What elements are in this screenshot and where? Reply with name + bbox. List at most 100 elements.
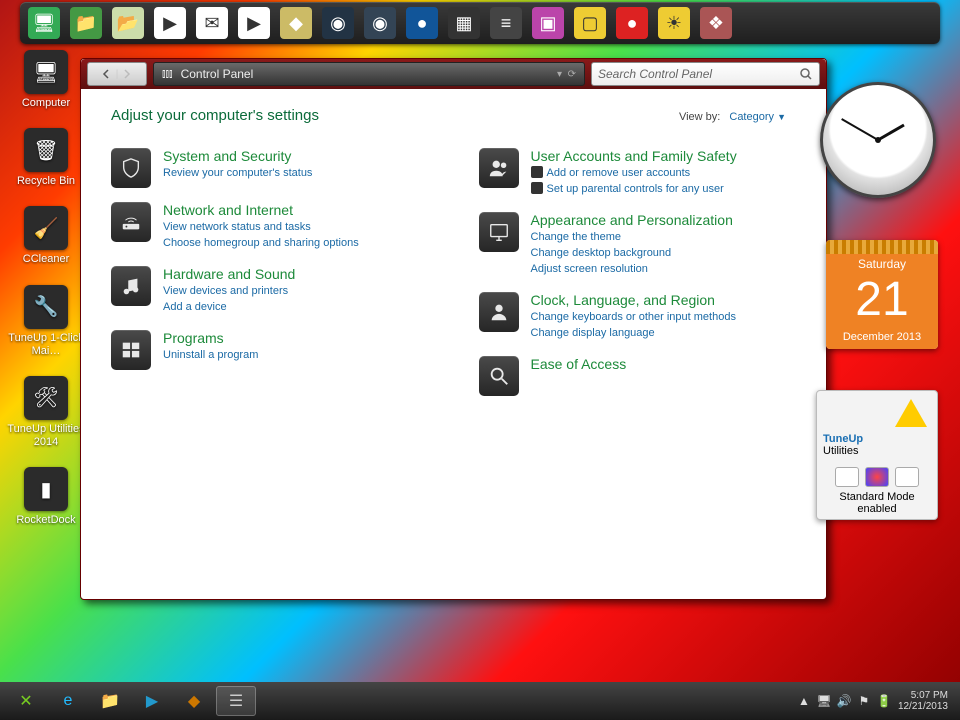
desktop-icon-tuneup-1click[interactable]: 🔧TuneUp 1-Click Mai… (6, 285, 86, 358)
clock-gadget[interactable] (820, 82, 936, 198)
shield-icon (111, 148, 151, 188)
category-title[interactable]: User Accounts and Family Safety (531, 148, 737, 164)
control-panel-window: | ⫾⫾⫾ Control Panel ▾ ⟳ Search Control P… (80, 58, 827, 600)
category-programs: Programs Uninstall a program (111, 330, 429, 370)
dock-computer[interactable]: 🖥 (28, 7, 60, 39)
taskbar-start[interactable]: ✕ (6, 686, 46, 716)
category-title[interactable]: Ease of Access (531, 356, 627, 372)
warning-icon (895, 399, 927, 427)
category-system-security: System and Security Review your computer'… (111, 148, 429, 188)
taskbar-explorer[interactable]: 📁 (90, 686, 130, 716)
dock-gmail[interactable]: ✉ (196, 7, 228, 39)
dock-youtube[interactable]: ▶ (238, 7, 270, 39)
category-title[interactable]: Appearance and Personalization (531, 212, 733, 228)
link[interactable]: Change the theme (531, 230, 733, 246)
monitor-icon (479, 212, 519, 252)
dock-disc[interactable]: ◉ (364, 7, 396, 39)
tray-icon[interactable]: 🖥 (816, 693, 832, 709)
window-toolbar: | ⫾⫾⫾ Control Panel ▾ ⟳ Search Control P… (81, 59, 826, 89)
link[interactable]: Review your computer's status (163, 166, 312, 182)
tray-icon[interactable]: ▲ (796, 693, 812, 709)
tray-date: 12/21/2013 (898, 701, 948, 713)
dock-image[interactable]: ▣ (532, 7, 564, 39)
chevron-down-icon: ▾ ⟳ (557, 69, 576, 80)
dock-controls[interactable]: ≡ (490, 7, 522, 39)
calendar-gadget[interactable]: Saturday 21 December 2013 (826, 240, 938, 349)
view-by-selector[interactable]: View by: Category ▼ (679, 111, 786, 123)
address-bar[interactable]: ⫾⫾⫾ Control Panel ▾ ⟳ (153, 62, 585, 86)
category-title[interactable]: Clock, Language, and Region (531, 292, 736, 308)
chevron-down-icon: ▼ (777, 112, 786, 122)
link[interactable]: View network status and tasks (163, 220, 359, 236)
calendar-day: 21 (826, 274, 938, 328)
category-hardware-sound: Hardware and Sound View devices and print… (111, 266, 429, 316)
category-user-accounts: User Accounts and Family Safety Add or re… (479, 148, 797, 198)
shield-icon (531, 182, 543, 194)
tuneup-2014-icon: 🛠 (24, 376, 68, 420)
system-tray[interactable]: ▲🖥🔊⚑🔋 5:07 PM 12/21/2013 (796, 690, 954, 713)
address-text: Control Panel (181, 67, 254, 81)
link[interactable]: Choose homegroup and sharing options (163, 236, 359, 252)
tray-icon[interactable]: ⚑ (856, 693, 872, 709)
dock-weather[interactable]: ☀ (658, 7, 690, 39)
taskbar-control-panel[interactable]: ☰ (216, 686, 256, 716)
recycle-bin-icon: 🗑 (24, 128, 68, 172)
desktop-icon-computer[interactable]: 🖥Computer (6, 50, 86, 110)
magnify-icon (479, 356, 519, 396)
link[interactable]: Change desktop background (531, 246, 733, 262)
dock-play-store[interactable]: ▶ (154, 7, 186, 39)
music-icon (111, 266, 151, 306)
category-appearance: Appearance and Personalization Change the… (479, 212, 797, 278)
dock-theme[interactable]: ▦ (448, 7, 480, 39)
link[interactable]: Change display language (531, 326, 736, 342)
taskbar-ie[interactable]: e (48, 686, 88, 716)
link[interactable]: View devices and printers (163, 284, 295, 300)
equalizer-icon: ⫾⫾⫾ (162, 68, 173, 81)
desktop-icon-tuneup-2014[interactable]: 🛠TuneUp Utilities 2014 (6, 376, 86, 449)
nav-back-button[interactable]: | (87, 62, 147, 86)
tuneup-gadget[interactable]: TuneUpUtilities Standard Mode enabled (816, 390, 938, 520)
desktop-icon-ccleaner[interactable]: 🧹CCleaner (6, 206, 86, 266)
calendar-month: December 2013 (826, 328, 938, 349)
network-icon (111, 202, 151, 242)
shield-icon (531, 166, 543, 178)
tray-time: 5:07 PM (898, 690, 948, 702)
dock-bug[interactable]: ❖ (700, 7, 732, 39)
dock-folder-green[interactable]: 📁 (70, 7, 102, 39)
rocketdock-icon: ▮ (24, 467, 68, 511)
top-dock: 🖥 📁 📂 ▶ ✉ ▶ ◆ ◉ ◉ ● ▦ ≡ ▣ ▢ ● ☀ ❖ (20, 2, 940, 44)
person-icon (479, 292, 519, 332)
desktop-icon-rocketdock[interactable]: ▮RocketDock (6, 467, 86, 527)
tray-icon[interactable]: 🔋 (876, 693, 892, 709)
taskbar-media[interactable]: ▶ (132, 686, 172, 716)
link[interactable]: Add or remove user accounts (531, 166, 737, 182)
dock-camera[interactable]: ◉ (322, 7, 354, 39)
tray-icon[interactable]: 🔊 (836, 693, 852, 709)
link[interactable]: Uninstall a program (163, 348, 258, 364)
tuneup-1click-icon: 🔧 (24, 285, 68, 329)
category-clock-region: Clock, Language, and Region Change keyboa… (479, 292, 797, 342)
category-title[interactable]: Network and Internet (163, 202, 359, 218)
category-ease-of-access: Ease of Access (479, 356, 797, 396)
dock-globe[interactable]: ● (406, 7, 438, 39)
category-title[interactable]: Programs (163, 330, 258, 346)
dock-folder[interactable]: 📂 (112, 7, 144, 39)
link[interactable]: Adjust screen resolution (531, 262, 733, 278)
taskbar-amd[interactable]: ◆ (174, 686, 214, 716)
tuneup-modes[interactable] (821, 467, 933, 487)
desktop-icon-recycle-bin[interactable]: 🗑Recycle Bin (6, 128, 86, 188)
category-title[interactable]: Hardware and Sound (163, 266, 295, 282)
desktop-icons: 🖥Computer 🗑Recycle Bin 🧹CCleaner 🔧TuneUp 1-… (6, 50, 86, 528)
dock-package[interactable]: ◆ (280, 7, 312, 39)
link[interactable]: Add a device (163, 300, 295, 316)
link[interactable]: Change keyboards or other input methods (531, 310, 736, 326)
link[interactable]: Set up parental controls for any user (531, 182, 737, 198)
search-input[interactable]: Search Control Panel (591, 62, 820, 86)
taskbar: ✕e📁▶◆☰ ▲🖥🔊⚑🔋 5:07 PM 12/21/2013 (0, 682, 960, 720)
tuneup-status: Standard Mode enabled (821, 491, 933, 515)
category-title[interactable]: System and Security (163, 148, 312, 164)
dock-angry-bird[interactable]: ● (616, 7, 648, 39)
chevron-left-icon (102, 69, 112, 79)
calendar-weekday: Saturday (826, 254, 938, 274)
dock-note[interactable]: ▢ (574, 7, 606, 39)
